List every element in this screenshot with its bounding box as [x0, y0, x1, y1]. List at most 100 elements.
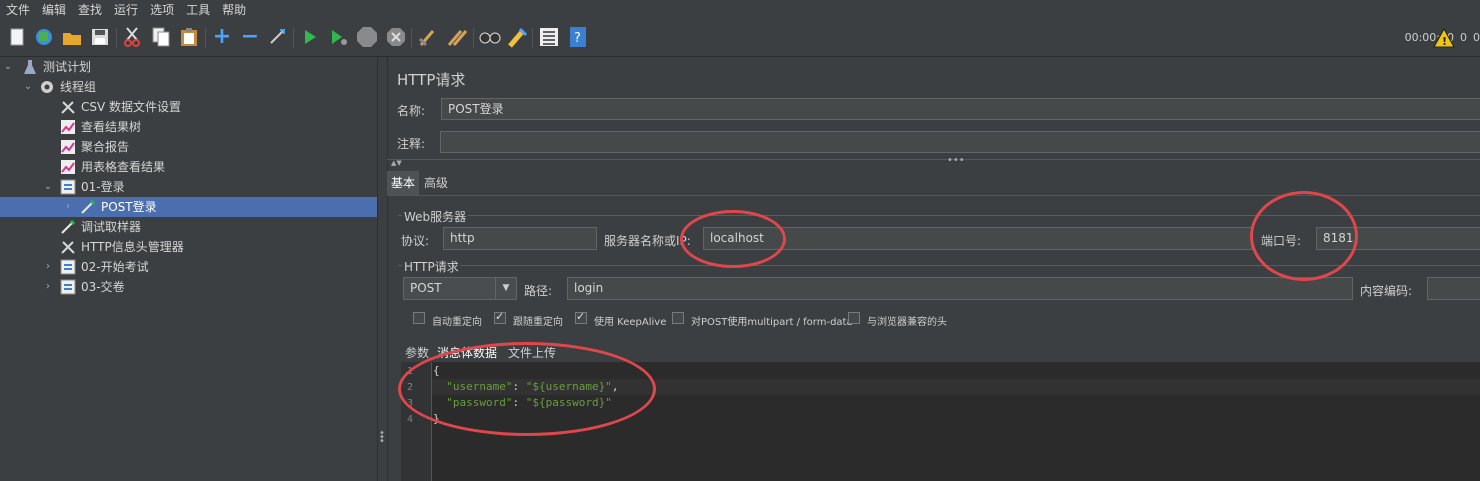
drag-dots-icon[interactable]: ••• — [947, 155, 965, 166]
search-icon[interactable] — [479, 26, 501, 48]
collapse-arrows-icon[interactable]: ▲▼ — [391, 159, 402, 167]
gear-icon — [39, 79, 55, 95]
comment-label: 注释: — [397, 137, 426, 151]
collapse-icon[interactable]: − — [239, 26, 261, 48]
tree-label: 聚合报告 — [81, 140, 130, 154]
line-number-gutter: 1 2 3 4 — [401, 362, 432, 481]
tree-label: CSV 数据文件设置 — [81, 100, 182, 114]
shutdown-icon[interactable] — [385, 26, 407, 48]
encoding-label: 内容编码: — [1360, 284, 1413, 298]
sampler-icon — [60, 219, 76, 235]
tree-node-start-exam-controller[interactable]: › 02-开始考试 — [42, 257, 149, 277]
keepalive-checkbox[interactable] — [575, 310, 587, 324]
multipart-label: 对POST使用multipart / form-data — [691, 317, 853, 328]
tree-node-test-plan[interactable]: ⌄ 测试计划 — [2, 57, 91, 77]
dropdown-arrow-icon[interactable]: ▼ — [495, 278, 516, 299]
tree-node-csv-config[interactable]: CSV 数据文件设置 — [60, 97, 181, 117]
tree-node-aggregate-report[interactable]: 聚合报告 — [60, 137, 129, 157]
new-icon[interactable] — [6, 26, 28, 48]
menu-help[interactable]: 帮助 — [216, 0, 252, 20]
warning-icon[interactable]: ! — [1433, 27, 1455, 51]
clear-icon[interactable] — [417, 26, 439, 48]
tree-label: 用表格查看结果 — [81, 160, 166, 174]
help-icon[interactable]: ? — [567, 26, 589, 48]
browser-headers-checkbox[interactable] — [848, 312, 860, 324]
chevron-down-icon[interactable]: ⌄ — [2, 57, 14, 77]
stop-icon[interactable] — [356, 26, 378, 48]
menu-tools[interactable]: 工具 — [180, 0, 216, 20]
tree-label: 调试取样器 — [81, 220, 142, 234]
follow-redirect-checkbox[interactable] — [494, 310, 506, 324]
port-input[interactable]: 8181 — [1316, 227, 1480, 250]
templates-icon[interactable] — [33, 26, 55, 48]
tree-node-debug-sampler[interactable]: 调试取样器 — [60, 217, 141, 237]
tree-node-header-manager[interactable]: HTTP信息头管理器 — [60, 237, 184, 257]
tree-label: 01-登录 — [81, 180, 125, 194]
menu-options[interactable]: 选项 — [144, 0, 180, 20]
drag-handle-icon[interactable]: • • • — [379, 429, 385, 447]
browser-headers-label: 与浏览器兼容的头 — [867, 317, 947, 328]
copy-icon[interactable] — [150, 26, 172, 48]
encoding-input[interactable] — [1427, 277, 1480, 300]
open-icon[interactable] — [61, 26, 83, 48]
code-line: "username": "${username}", — [446, 380, 619, 393]
reset-search-icon[interactable] — [506, 26, 528, 48]
clear-all-icon[interactable] — [446, 26, 468, 48]
code-line: { — [433, 364, 440, 377]
panel-title: HTTP请求 — [397, 71, 466, 89]
chevron-right-icon[interactable]: › — [42, 257, 54, 277]
sampler-icon — [80, 199, 96, 215]
method-value: POST — [410, 281, 442, 295]
menu-edit[interactable]: 编辑 — [36, 0, 72, 20]
name-input[interactable]: POST登录 — [441, 98, 1480, 120]
menu-run[interactable]: 运行 — [108, 0, 144, 20]
auto-redirect-label: 自动重定向 — [432, 317, 482, 328]
cut-icon[interactable] — [121, 26, 143, 48]
port-label: 端口号: — [1261, 234, 1302, 248]
test-plan-tree: ⌄ 测试计划 ⌄ 线程组 CSV 数据文件设置 查看结果树 聚合报告 用表格查看… — [0, 57, 377, 481]
tab-file-upload[interactable]: 文件上传 — [508, 344, 556, 361]
save-icon[interactable] — [89, 26, 111, 48]
tree-node-view-results-tree[interactable]: 查看结果树 — [60, 117, 141, 137]
panel-divider[interactable]: ▲▼ ••• — [387, 155, 1480, 168]
json-value: "${password}" — [525, 396, 612, 409]
wrench-icon — [60, 239, 76, 255]
body-data-editor[interactable]: 1 2 3 4 { "username": "${username}", "pa… — [401, 362, 1480, 481]
path-input[interactable]: login — [567, 277, 1353, 300]
auto-redirect-checkbox[interactable] — [413, 312, 425, 324]
comment-input[interactable] — [440, 131, 1480, 153]
tab-advanced[interactable]: 高级 — [424, 171, 448, 195]
start-no-pause-icon[interactable] — [328, 26, 350, 48]
toggle-icon[interactable] — [267, 26, 289, 48]
web-server-group — [398, 215, 1480, 216]
tree-node-table-results[interactable]: 用表格查看结果 — [60, 157, 165, 177]
tree-node-thread-group[interactable]: ⌄ 线程组 — [22, 77, 96, 97]
split-pane-divider[interactable]: • • • — [377, 57, 388, 481]
menu-search[interactable]: 查找 — [72, 0, 108, 20]
menu-file[interactable]: 文件 — [0, 0, 36, 20]
web-server-legend: Web服务器 — [402, 208, 469, 225]
start-icon[interactable] — [299, 26, 321, 48]
menu-bar: 文件 编辑 查找 运行 选项 工具 帮助 — [0, 0, 1480, 20]
chevron-down-icon[interactable]: ⌄ — [22, 77, 34, 97]
multipart-checkbox[interactable] — [672, 312, 684, 324]
protocol-input[interactable]: http — [443, 227, 597, 250]
function-helper-icon[interactable] — [538, 26, 560, 48]
chevron-right-icon[interactable]: › — [62, 197, 74, 217]
tree-label: 03-交卷 — [81, 280, 125, 294]
line-number: 3 — [407, 398, 414, 409]
wrench-icon — [60, 99, 76, 115]
tab-parameters[interactable]: 参数 — [405, 344, 429, 361]
tree-node-post-login[interactable]: › POST登录 — [0, 197, 377, 217]
expand-icon[interactable]: + — [211, 26, 233, 48]
paste-icon[interactable] — [178, 26, 200, 48]
server-input[interactable]: localhost — [703, 227, 1252, 250]
chevron-right-icon[interactable]: › — [42, 277, 54, 297]
chevron-down-icon[interactable]: ⌄ — [42, 177, 54, 197]
tab-basic[interactable]: 基本 — [387, 171, 420, 195]
tree-node-login-controller[interactable]: ⌄ 01-登录 — [42, 177, 125, 197]
svg-text:!: ! — [1442, 35, 1447, 48]
tree-node-submit-controller[interactable]: › 03-交卷 — [42, 277, 125, 297]
tab-strip: 基本 高级 — [387, 171, 1480, 196]
method-select[interactable]: POST ▼ — [403, 277, 517, 300]
